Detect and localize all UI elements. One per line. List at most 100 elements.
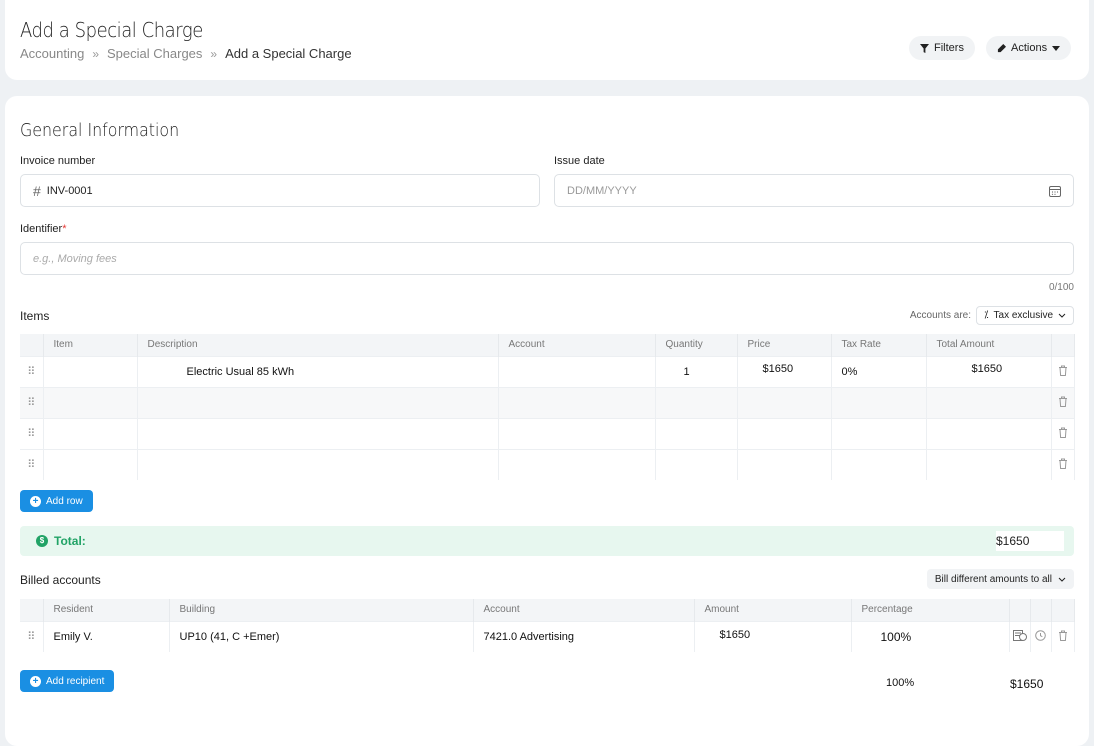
tax-rate-cell[interactable]: 0%	[831, 355, 927, 387]
price-cell[interactable]	[737, 417, 832, 449]
account-cell[interactable]	[498, 386, 656, 418]
invoice-number-label: Invoice number	[20, 155, 96, 167]
quantity-cell[interactable]: 1	[655, 355, 738, 387]
filters-button[interactable]: Filters	[909, 36, 975, 60]
trash-icon[interactable]	[1051, 386, 1075, 418]
breadcrumb-accounting[interactable]: Accounting	[20, 46, 84, 61]
price-cell[interactable]: $1650	[737, 355, 832, 387]
drag-handle-icon[interactable]: ⠿	[20, 620, 44, 652]
drag-handle-icon[interactable]: ⠿	[20, 386, 44, 418]
item-cell[interactable]	[43, 355, 138, 387]
col-description: Description	[137, 334, 499, 356]
plus-circle-icon: +	[30, 495, 41, 507]
identifier-label: Identifier*	[20, 223, 66, 235]
price-cell[interactable]	[737, 448, 832, 480]
amount-cell[interactable]: $1650	[694, 620, 852, 652]
description-cell[interactable]	[137, 448, 499, 480]
tax-rate-cell[interactable]	[831, 417, 927, 449]
total-bar: $ Total: $1650	[20, 526, 1074, 556]
add-row-label: Add row	[46, 495, 83, 507]
add-recipient-label: Add recipient	[46, 675, 105, 687]
tax-rate-cell[interactable]	[831, 386, 927, 418]
actions-button[interactable]: Actions	[986, 36, 1072, 60]
required-marker: *	[62, 223, 67, 235]
tax-rate-cell[interactable]	[831, 448, 927, 480]
drag-handle-icon[interactable]: ⠿	[20, 417, 44, 449]
col-account: Account	[473, 599, 695, 621]
table-row: ⠿	[20, 417, 1075, 449]
price-cell[interactable]	[737, 386, 832, 418]
calendar-icon[interactable]	[1049, 185, 1061, 197]
add-row-button[interactable]: + Add row	[20, 490, 93, 512]
header-card: Add a Special Charge Accounting » Specia…	[5, 0, 1089, 80]
identifier-field[interactable]: e.g., Moving fees	[20, 242, 1074, 275]
caret-down-icon	[1052, 45, 1061, 51]
identifier-placeholder: e.g., Moving fees	[33, 252, 117, 265]
col-item: Item	[43, 334, 138, 356]
breadcrumb-special-charges[interactable]: Special Charges	[107, 46, 202, 61]
quantity-cell[interactable]	[655, 448, 738, 480]
total-label: Total:	[54, 534, 86, 548]
total-cell	[926, 448, 1052, 480]
bill-mode-select[interactable]: Bill different amounts to all	[926, 569, 1074, 589]
tax-mode-select[interactable]: ⁒ Tax exclusive	[976, 306, 1074, 325]
invoice-number-field[interactable]: # INV-0001	[20, 174, 540, 207]
item-cell[interactable]	[43, 448, 138, 480]
footer-percentage: 100%	[886, 677, 915, 689]
total-value: $1650	[996, 531, 1064, 551]
col-total-amount: Total Amount	[926, 334, 1052, 356]
chevron-double-right-icon: »	[210, 46, 218, 61]
billed-accounts-heading: Billed accounts	[20, 573, 101, 587]
bill-mode-value: Bill different amounts to all	[934, 573, 1052, 585]
drag-handle-icon[interactable]: ⠿	[20, 448, 44, 480]
col-account: Account	[498, 334, 656, 356]
chevron-down-icon	[1058, 577, 1066, 582]
description-cell[interactable]	[137, 417, 499, 449]
description-cell[interactable]: Electric Usual 85 kWh	[137, 355, 499, 387]
account-cell[interactable]	[498, 417, 656, 449]
plus-circle-icon: +	[30, 675, 41, 687]
items-header-row: Item Description Account Quantity Price …	[20, 334, 1075, 356]
resident-cell[interactable]: Emily V.	[43, 620, 170, 652]
footer-amount: $1650	[1010, 677, 1044, 691]
col-building: Building	[169, 599, 474, 621]
table-row: ⠿ Electric Usual 85 kWh 1 $1650 0% $1650	[20, 355, 1075, 387]
col-price: Price	[737, 334, 832, 356]
account-cell[interactable]	[498, 448, 656, 480]
percentage-cell[interactable]: 100%	[851, 620, 1010, 652]
description-cell[interactable]	[137, 386, 499, 418]
invoice-money-icon[interactable]	[1009, 620, 1031, 652]
table-row: ⠿ Emily V. UP10 (41, C +Emer) 7421.0 Adv…	[20, 620, 1075, 652]
quantity-cell[interactable]	[655, 386, 738, 418]
account-cell[interactable]: 7421.0 Advertising	[473, 620, 695, 652]
trash-icon[interactable]	[1051, 417, 1075, 449]
trash-icon[interactable]	[1051, 355, 1075, 387]
accounts-are-label: Accounts are:	[909, 310, 971, 321]
breadcrumb: Accounting » Special Charges » Add a Spe…	[20, 46, 352, 61]
col-tax-rate: Tax Rate	[831, 334, 927, 356]
table-row: ⠿	[20, 386, 1075, 418]
issue-date-field[interactable]: DD/MM/YYYY	[554, 174, 1074, 207]
col-quantity: Quantity	[655, 334, 738, 356]
items-heading: Items	[20, 309, 50, 323]
issue-date-label: Issue date	[554, 155, 605, 167]
building-cell[interactable]: UP10 (41, C +Emer)	[169, 620, 474, 652]
percent-icon: ⁒	[984, 310, 989, 321]
pencil-icon	[997, 43, 1006, 52]
trash-icon[interactable]	[1051, 620, 1075, 652]
item-cell[interactable]	[43, 386, 138, 418]
total-cell	[926, 386, 1052, 418]
form-card: General Information Invoice number # INV…	[5, 96, 1089, 746]
trash-icon[interactable]	[1051, 448, 1075, 480]
account-cell[interactable]	[498, 355, 656, 387]
actions-label: Actions	[1011, 42, 1048, 54]
breadcrumb-current: Add a Special Charge	[225, 46, 352, 61]
tax-mode-value: Tax exclusive	[993, 310, 1053, 321]
clock-icon[interactable]	[1030, 620, 1052, 652]
drag-handle-icon[interactable]: ⠿	[20, 355, 44, 387]
general-information-heading: General Information	[20, 120, 180, 141]
add-recipient-button[interactable]: + Add recipient	[20, 670, 115, 692]
quantity-cell[interactable]	[655, 417, 738, 449]
item-cell[interactable]	[43, 417, 138, 449]
items-table: Item Description Account Quantity Price …	[20, 334, 1075, 480]
